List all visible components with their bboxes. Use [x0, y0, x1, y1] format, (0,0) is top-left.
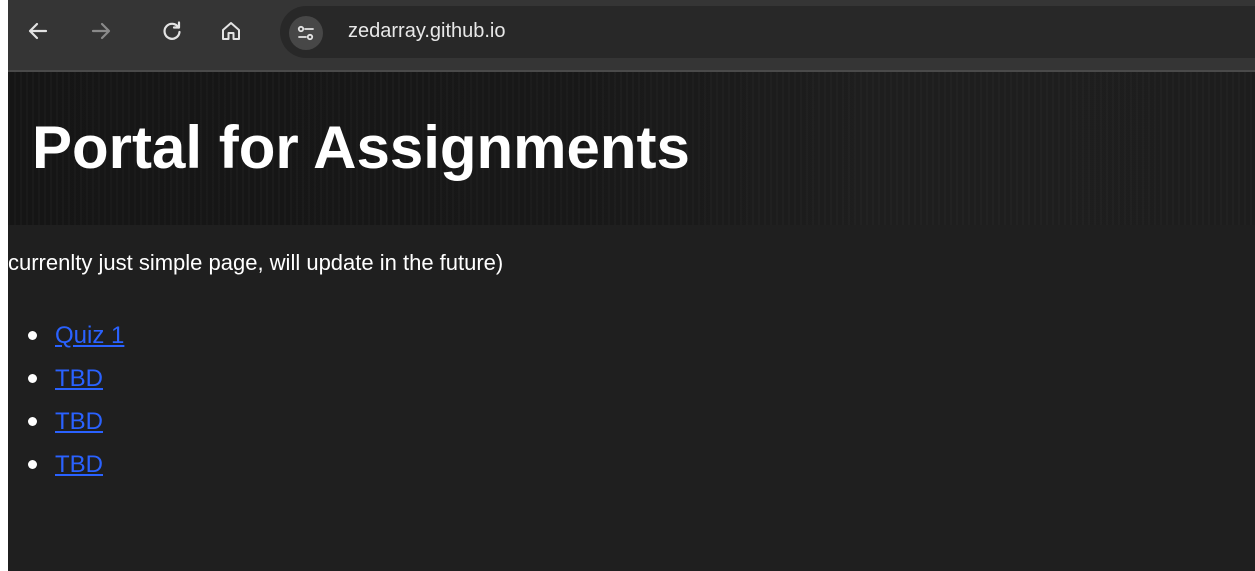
tbd-link[interactable]: TBD: [55, 450, 103, 480]
bullet-icon: [28, 331, 37, 340]
browser-window: zedarray.github.io Portal for Assignment…: [0, 0, 1255, 571]
page-subtitle: currenlty just simple page, will update …: [8, 250, 504, 275]
back-button[interactable]: [22, 15, 54, 47]
page-header-banner: Portal for Assignments: [8, 72, 1255, 225]
back-arrow-icon: [28, 22, 48, 40]
window-edge: [0, 0, 8, 571]
reload-icon: [163, 21, 181, 40]
home-button[interactable]: [215, 15, 247, 47]
page-title: Portal for Assignments: [32, 114, 690, 181]
forward-button[interactable]: [85, 15, 117, 47]
bullet-icon: [28, 460, 37, 469]
tbd-link[interactable]: TBD: [55, 364, 103, 394]
tune-icon: [297, 25, 314, 41]
site-info-button[interactable]: [289, 16, 323, 50]
quiz-1-link[interactable]: Quiz 1: [55, 321, 124, 351]
bullet-icon: [28, 374, 37, 383]
home-icon: [222, 22, 240, 40]
url-text[interactable]: zedarray.github.io: [348, 18, 506, 44]
bullet-icon: [28, 417, 37, 426]
reload-button[interactable]: [156, 15, 188, 47]
forward-arrow-icon: [91, 22, 111, 40]
tbd-link[interactable]: TBD: [55, 407, 103, 437]
